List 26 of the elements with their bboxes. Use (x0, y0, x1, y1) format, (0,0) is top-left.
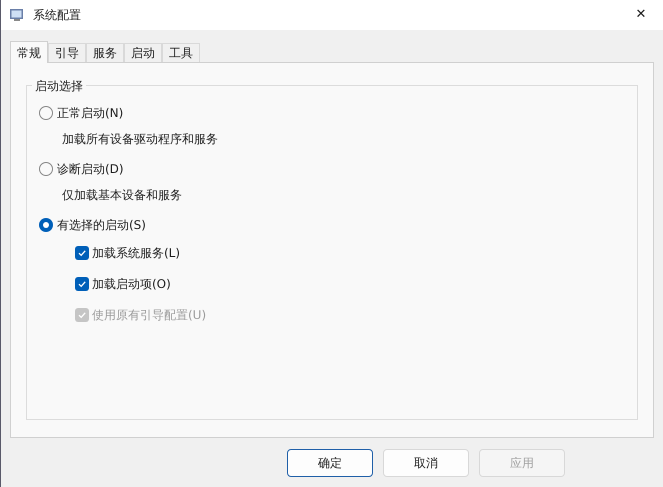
option-description: 加载所有设备驱动程序和服务 (62, 131, 219, 148)
window-title: 系统配置 (33, 7, 81, 24)
tab[interactable]: 引导 (48, 43, 86, 62)
check-icon (77, 279, 87, 289)
tab[interactable]: 工具 (162, 43, 200, 62)
checkbox-label[interactable]: 加载启动项(O) (92, 275, 171, 293)
tab[interactable]: 常规 (10, 41, 48, 63)
option-description: 仅加载基本设备和服务 (62, 187, 183, 204)
radio-button[interactable] (39, 218, 53, 232)
checkbox-label[interactable]: 加载系统服务(L) (92, 244, 180, 262)
radio-label[interactable]: 诊断启动(D) (57, 160, 124, 178)
group-title: 启动选择 (32, 77, 86, 95)
dialog-button[interactable]: 确定 (287, 449, 373, 477)
radio-button[interactable] (39, 162, 53, 176)
check-icon (77, 310, 87, 320)
radio-label[interactable]: 有选择的启动(S) (57, 216, 146, 234)
tab[interactable]: 启动 (124, 43, 162, 62)
tab[interactable]: 服务 (86, 43, 124, 62)
dialog-button[interactable]: 取消 (383, 449, 469, 477)
radio-label[interactable]: 正常启动(N) (57, 104, 124, 122)
radio-button[interactable] (39, 106, 53, 120)
close-button[interactable]: ✕ (621, 0, 661, 30)
app-icon (9, 7, 25, 23)
checkbox[interactable] (75, 246, 89, 260)
check-icon (77, 248, 87, 258)
checkbox[interactable] (75, 277, 89, 291)
